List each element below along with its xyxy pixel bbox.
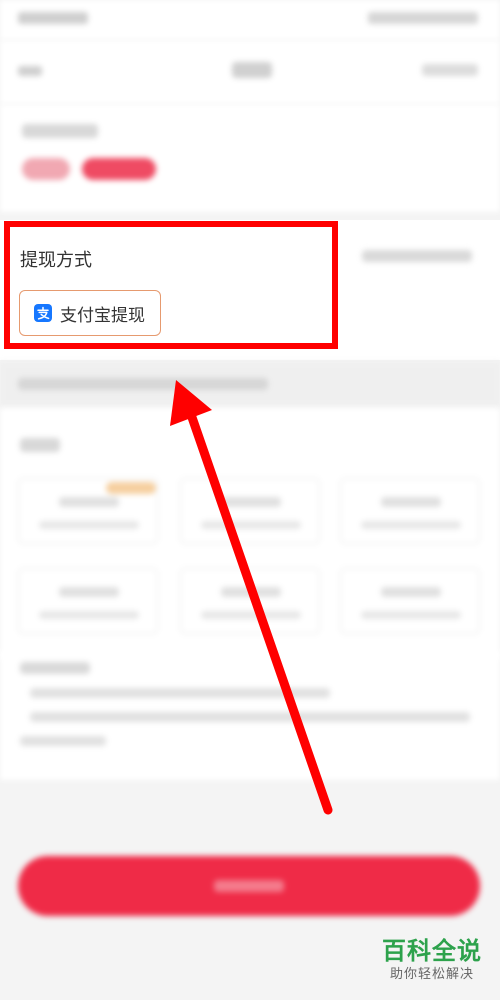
amount-value xyxy=(381,497,441,507)
amount-desc xyxy=(201,521,301,529)
notice-text xyxy=(18,378,268,390)
rules-line xyxy=(30,712,470,722)
rules-line xyxy=(30,688,330,698)
amount-value xyxy=(59,587,119,597)
watermark-logo: 百科全说 助你轻松解决 xyxy=(372,936,492,994)
account-tag xyxy=(22,158,70,180)
status-bar xyxy=(0,0,500,40)
rules-line xyxy=(20,736,106,746)
amount-value xyxy=(221,587,281,597)
amount-desc xyxy=(201,611,301,619)
account-label xyxy=(22,124,98,138)
amount-label xyxy=(20,438,60,452)
amount-section xyxy=(0,408,500,660)
amount-option[interactable] xyxy=(180,568,320,634)
amount-value xyxy=(59,497,119,507)
rules-title xyxy=(20,662,90,674)
withdraw-submit-button[interactable] xyxy=(18,856,480,916)
amount-desc xyxy=(39,521,139,529)
watermark-title: 百科全说 xyxy=(382,937,482,965)
nav-right-action[interactable] xyxy=(422,64,478,76)
nav-bar xyxy=(0,40,500,104)
watermark-subtitle: 助你轻松解决 xyxy=(389,967,474,982)
status-time xyxy=(18,12,88,24)
withdraw-rules xyxy=(0,650,500,780)
highlight-box xyxy=(4,221,338,349)
back-icon[interactable] xyxy=(18,66,42,76)
account-badge xyxy=(82,158,156,180)
page-title xyxy=(232,62,272,78)
submit-button-label xyxy=(214,880,284,892)
amount-promo-tag xyxy=(106,482,156,494)
amount-desc xyxy=(39,611,139,619)
account-section xyxy=(0,104,500,212)
amount-option[interactable] xyxy=(340,478,480,544)
amount-option[interactable] xyxy=(18,568,158,634)
amount-value xyxy=(221,497,281,507)
status-icons xyxy=(368,12,478,24)
withdraw-method-link[interactable] xyxy=(362,250,472,262)
amount-desc xyxy=(361,521,461,529)
amount-option[interactable] xyxy=(180,478,320,544)
notice-strip xyxy=(0,362,500,406)
amount-option[interactable] xyxy=(340,568,480,634)
amount-value xyxy=(381,587,441,597)
amount-desc xyxy=(361,611,461,619)
